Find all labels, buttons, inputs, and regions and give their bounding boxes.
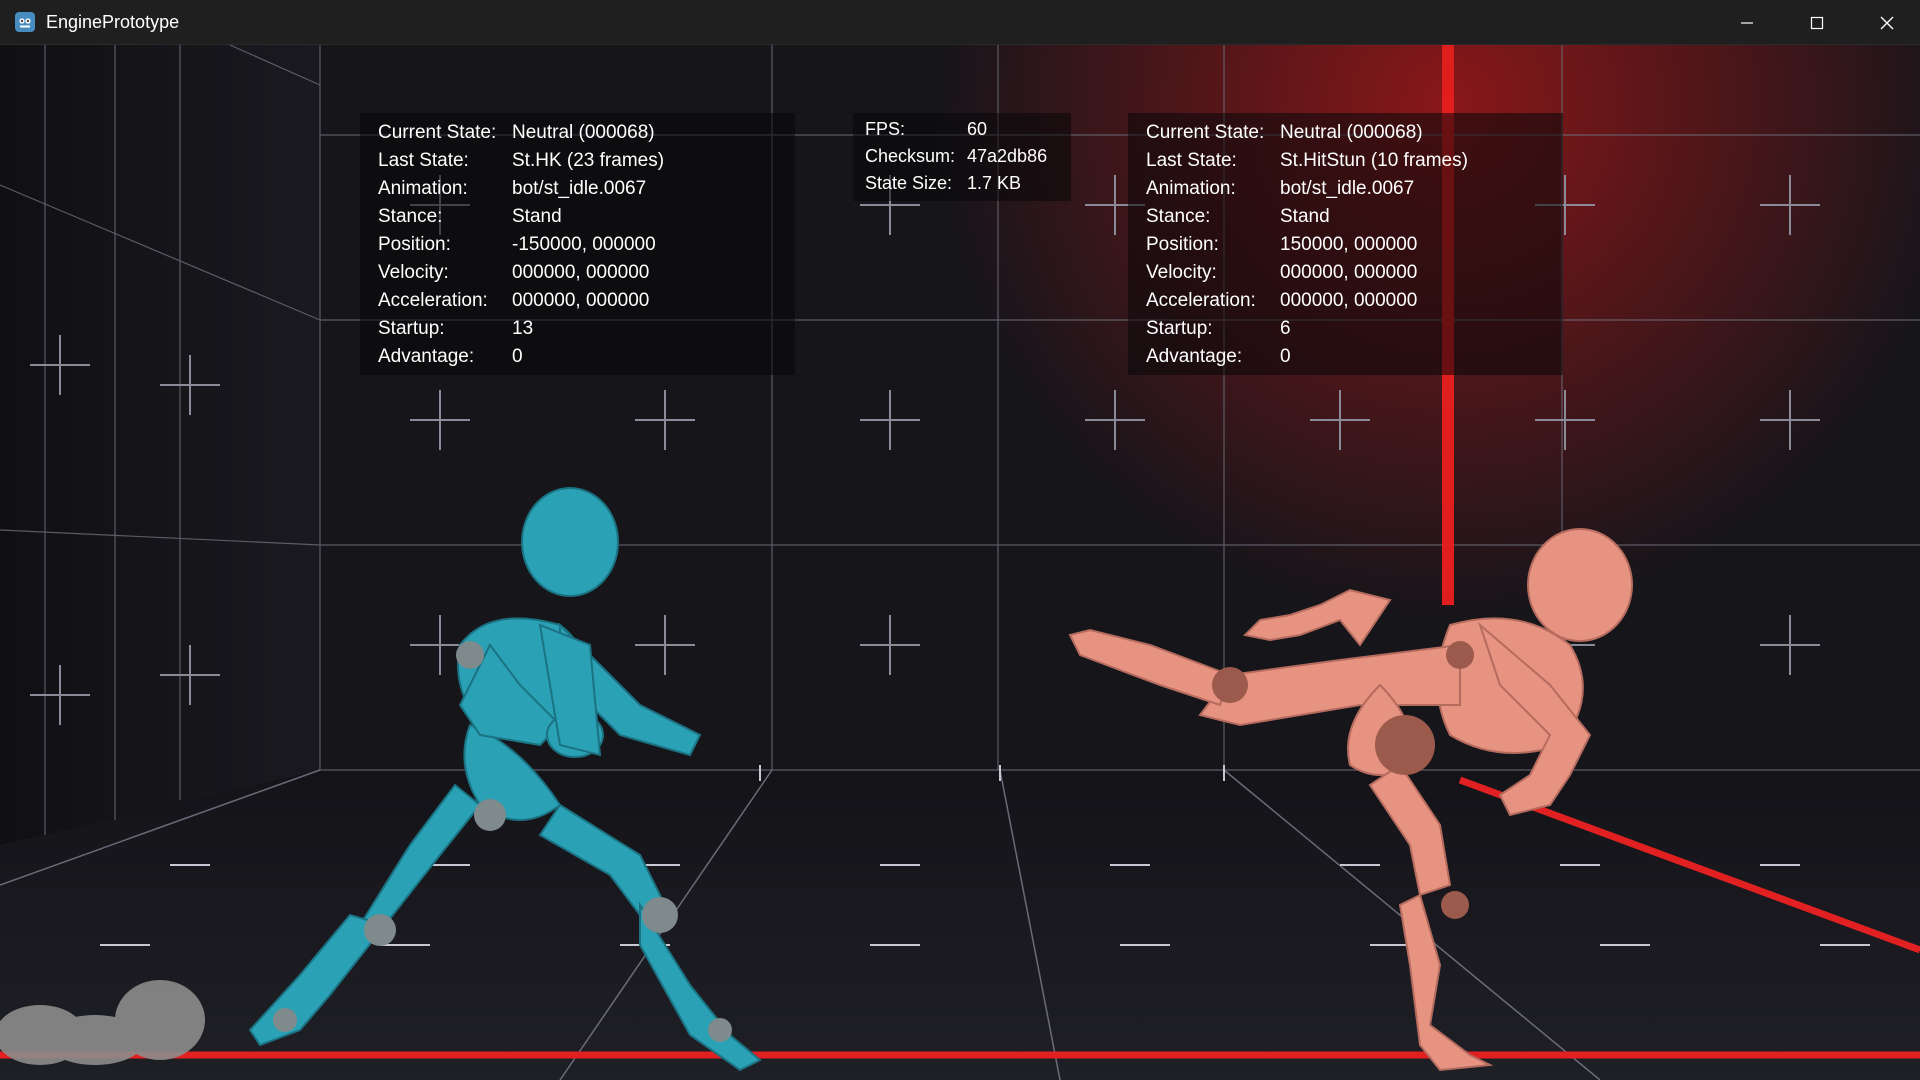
p1-acceleration-row: Acceleration: 000000, 000000: [360, 287, 795, 315]
acceleration-value: 000000, 000000: [512, 290, 650, 311]
p1-advantage-row: Advantage: 0: [360, 343, 795, 371]
state-size-value: 1.7 KB: [967, 173, 1022, 193]
stance-label: Stance:: [1146, 206, 1211, 227]
close-button[interactable]: [1852, 0, 1920, 45]
current-state-label: Current State:: [378, 122, 497, 143]
net-stats-panel: FPS: 60 Checksum: 47a2db86 State Size: 1.7 …: [853, 113, 1071, 201]
p1-last-state-row: Last State: St.HK (23 frames): [360, 147, 795, 175]
advantage-label: Advantage:: [378, 346, 475, 367]
velocity-value: 000000, 000000: [1280, 262, 1418, 283]
side-wall: [0, 45, 320, 845]
p1-position-row: Position: -150000, 000000: [360, 231, 795, 259]
p2-animation-row: Animation: bot/st_idle.0067: [1128, 175, 1563, 203]
fps-label: FPS:: [865, 119, 906, 139]
p2-last-state-row: Last State: St.HitStun (10 frames): [1128, 147, 1563, 175]
advantage-label: Advantage:: [1146, 346, 1243, 367]
fps-value: 60: [967, 119, 988, 139]
position-label: Position:: [378, 234, 451, 255]
minimize-icon: [1741, 21, 1753, 24]
acceleration-label: Acceleration:: [378, 290, 488, 311]
current-state-value: Neutral (000068): [1280, 122, 1423, 143]
animation-label: Animation:: [1146, 178, 1236, 199]
state-size-row: State Size: 1.7 KB: [853, 170, 1071, 197]
checksum-row: Checksum: 47a2db86: [853, 143, 1071, 170]
p1-startup-row: Startup: 13: [360, 315, 795, 343]
acceleration-label: Acceleration:: [1146, 290, 1256, 311]
startup-value: 6: [1280, 318, 1291, 339]
last-state-label: Last State:: [1146, 150, 1237, 171]
maximize-button[interactable]: [1782, 0, 1852, 45]
p1-animation-row: Animation: bot/st_idle.0067: [360, 175, 795, 203]
fps-row: FPS: 60: [853, 116, 1071, 143]
close-icon: [1880, 16, 1894, 29]
animation-label: Animation:: [378, 178, 468, 199]
acceleration-value: 000000, 000000: [1280, 290, 1418, 311]
position-value: 150000, 000000: [1280, 234, 1418, 255]
state-size-label: State Size:: [865, 173, 953, 193]
checksum-value: 47a2db86: [967, 146, 1048, 166]
stance-value: Stand: [1280, 206, 1330, 227]
p2-velocity-row: Velocity: 000000, 000000: [1128, 259, 1563, 287]
advantage-value: 0: [512, 346, 523, 367]
p1-velocity-row: Velocity: 000000, 000000: [360, 259, 795, 287]
p2-current-state-row: Current State: Neutral (000068): [1128, 119, 1563, 147]
current-state-value: Neutral (000068): [512, 122, 655, 143]
position-label: Position:: [1146, 234, 1219, 255]
startup-value: 13: [512, 318, 534, 339]
p2-position-row: Position: 150000, 000000: [1128, 231, 1563, 259]
last-state-value: St.HK (23 frames): [512, 150, 665, 171]
window-title: EnginePrototype: [46, 11, 180, 32]
advantage-value: 0: [1280, 346, 1291, 367]
velocity-value: 000000, 000000: [512, 262, 650, 283]
p2-startup-row: Startup: 6: [1128, 315, 1563, 343]
animation-value: bot/st_idle.0067: [512, 178, 647, 199]
player2-debug-panel: Current State: Neutral (000068) Last Stat…: [1128, 113, 1563, 375]
checksum-label: Checksum:: [865, 146, 956, 166]
minimize-button[interactable]: [1712, 0, 1782, 45]
p2-stance-row: Stance: Stand: [1128, 203, 1563, 231]
stance-value: Stand: [512, 206, 562, 227]
startup-label: Startup:: [1146, 318, 1213, 339]
stance-label: Stance:: [378, 206, 443, 227]
maximize-icon: [1810, 16, 1824, 29]
player1-debug-panel: Current State: Neutral (000068) Last Stat…: [360, 113, 795, 375]
last-state-label: Last State:: [378, 150, 469, 171]
current-state-label: Current State:: [1146, 122, 1265, 143]
velocity-label: Velocity:: [1146, 262, 1217, 283]
p2-advantage-row: Advantage: 0: [1128, 343, 1563, 371]
velocity-label: Velocity:: [378, 262, 449, 283]
godot-app-icon: [15, 12, 35, 32]
last-state-value: St.HitStun (10 frames): [1280, 150, 1468, 171]
game-viewport[interactable]: Current State: Neutral (000068) Last Stat…: [0, 45, 1920, 1080]
p1-current-state-row: Current State: Neutral (000068): [360, 119, 795, 147]
animation-value: bot/st_idle.0067: [1280, 178, 1415, 199]
p1-stance-row: Stance: Stand: [360, 203, 795, 231]
startup-label: Startup:: [378, 318, 445, 339]
title-bar[interactable]: EnginePrototype: [0, 0, 1920, 45]
position-value: -150000, 000000: [512, 234, 656, 255]
p2-acceleration-row: Acceleration: 000000, 000000: [1128, 287, 1563, 315]
